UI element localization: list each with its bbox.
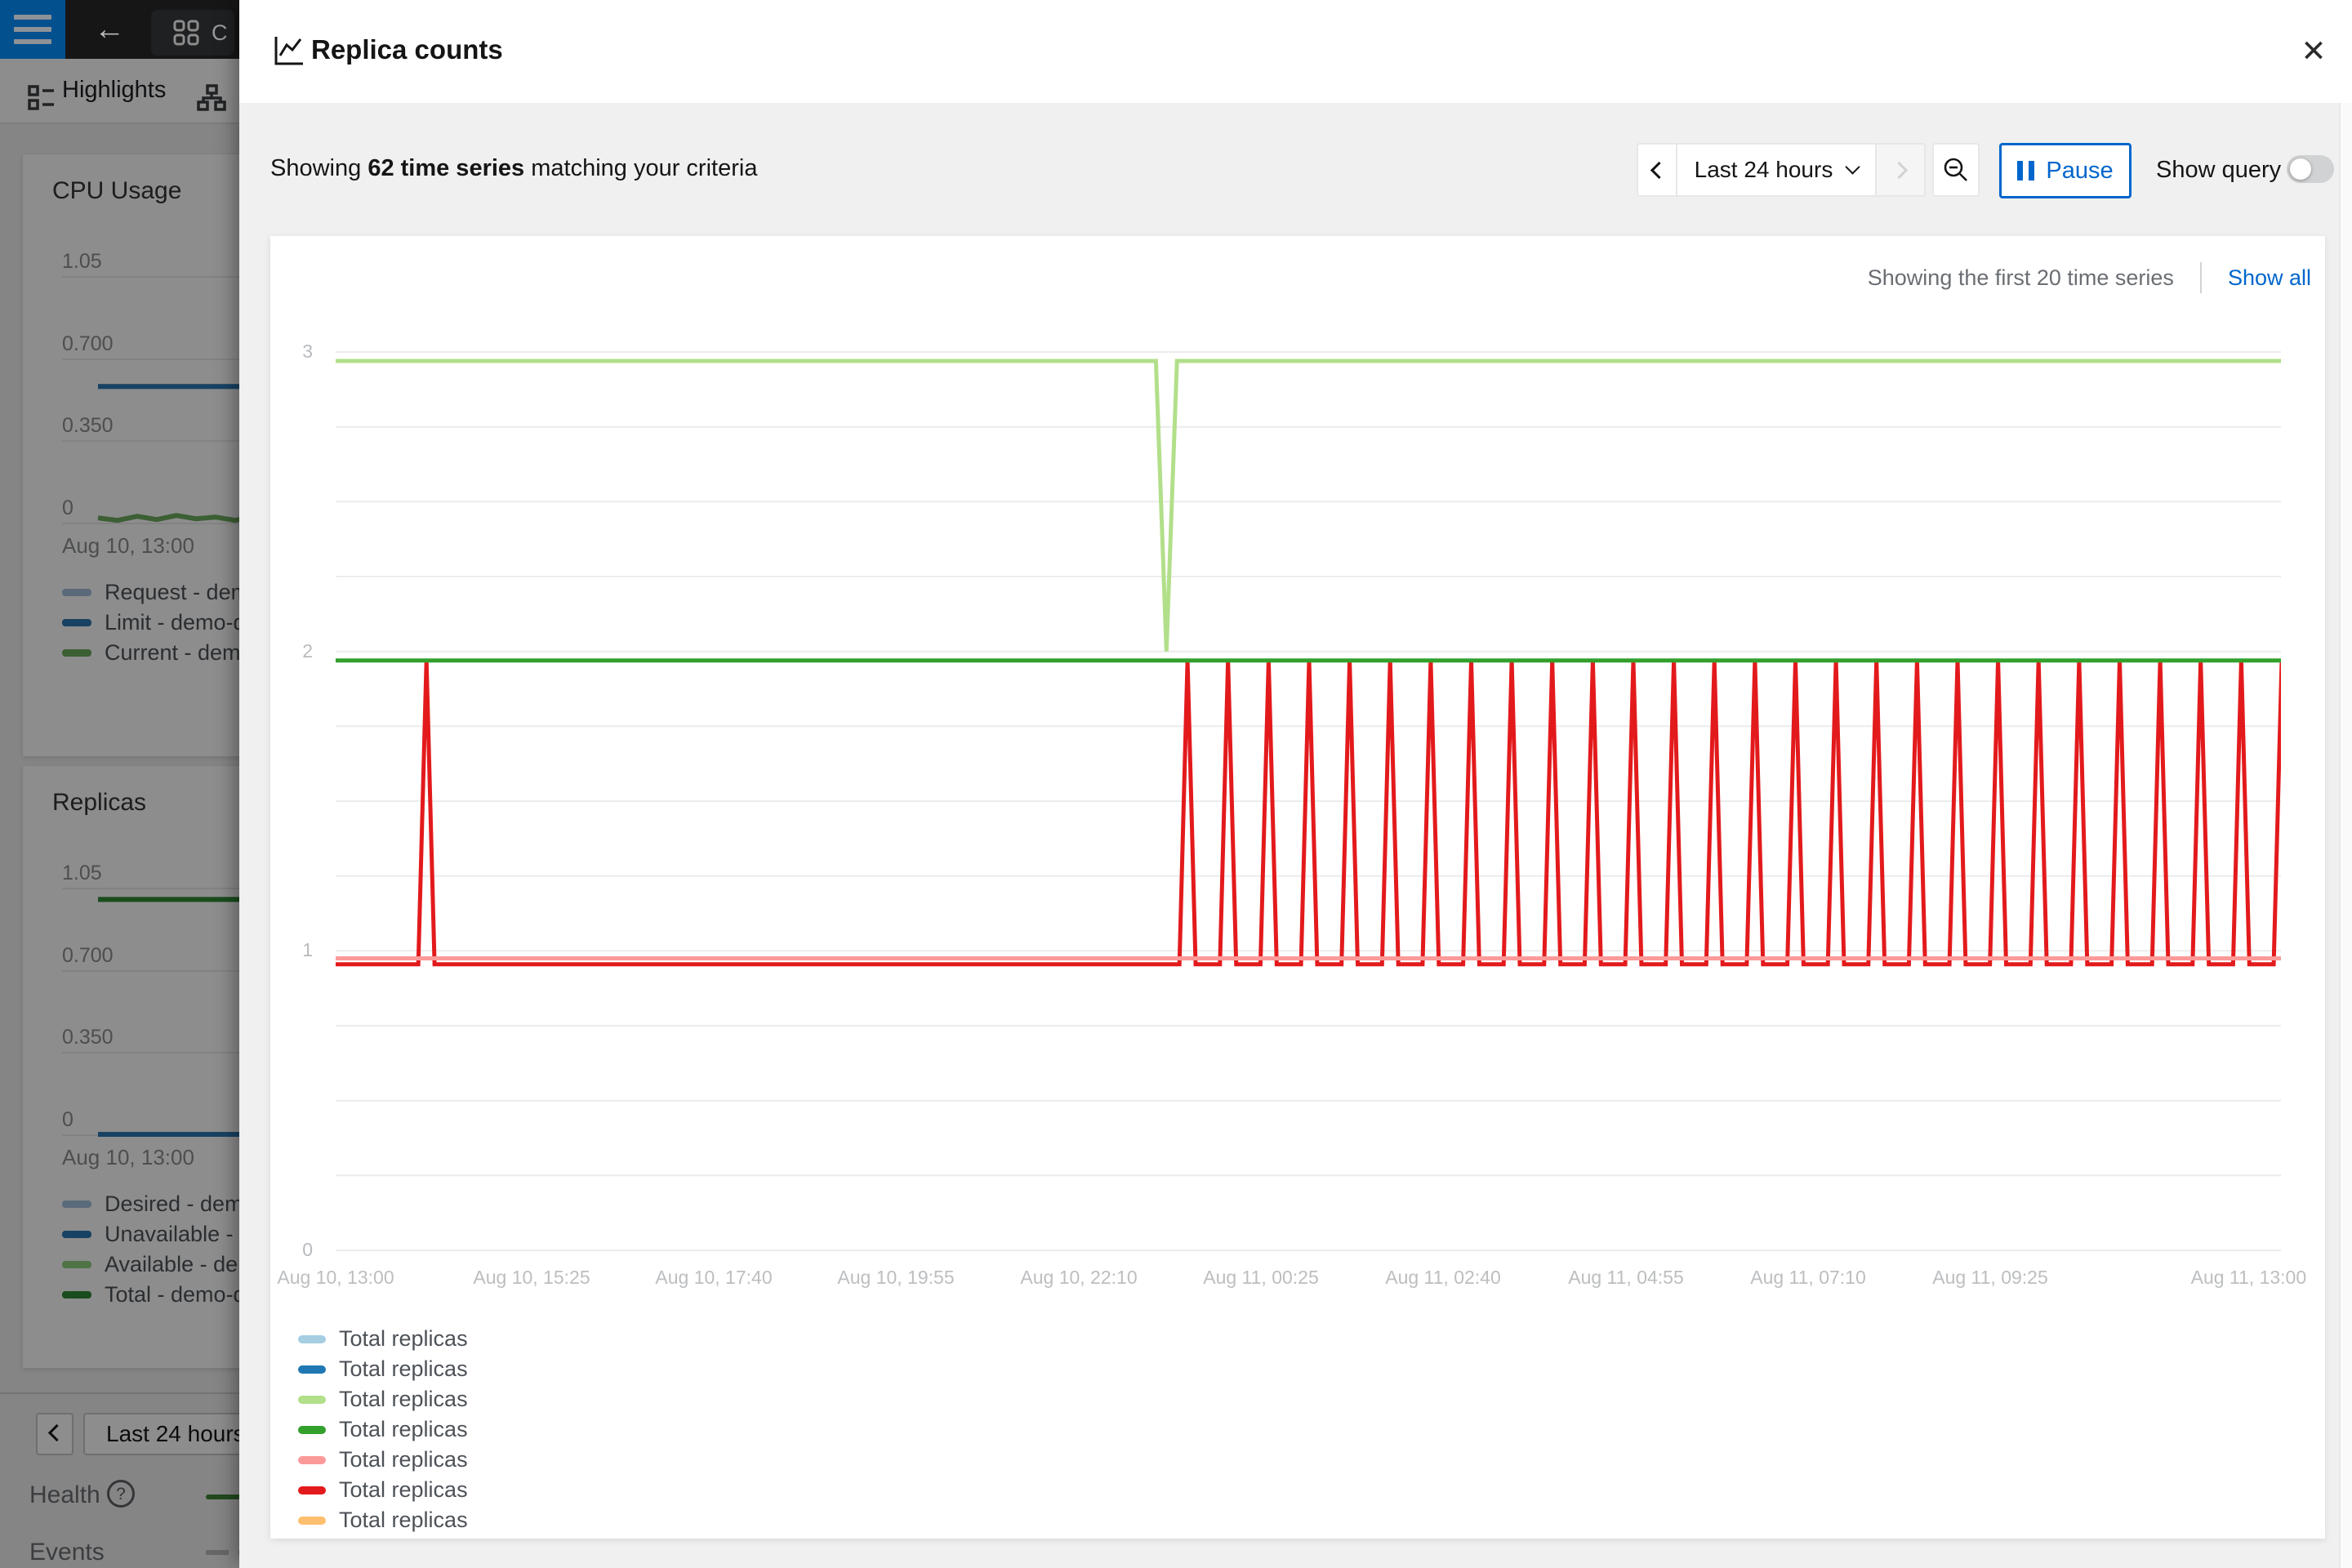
legend-label: Total replicas <box>339 1417 468 1442</box>
legend-swatch <box>298 1396 326 1404</box>
legend-label: Total replicas <box>339 1356 468 1382</box>
x-tick-label: Aug 11, 02:40 <box>1385 1267 1501 1289</box>
x-tick-label: Aug 11, 13:00 <box>2191 1267 2307 1289</box>
x-tick-label: Aug 10, 13:00 <box>277 1267 394 1289</box>
y-axis-labels: 3 2 1 0 <box>270 318 316 1265</box>
app-tab[interactable]: C <box>151 10 234 56</box>
x-tick-label: Aug 10, 15:25 <box>473 1267 590 1289</box>
app-tab-label: C <box>212 20 228 46</box>
scrollbar[interactable] <box>2339 103 2352 1568</box>
series-line <box>336 361 2281 652</box>
show-query-toggle[interactable] <box>2287 155 2334 183</box>
legend-swatch <box>298 1517 326 1525</box>
close-icon[interactable]: ✕ <box>2289 26 2338 75</box>
legend-item[interactable]: Total replicas <box>298 1354 468 1384</box>
legend-label: Total replicas <box>339 1387 468 1412</box>
legend-swatch <box>298 1365 326 1374</box>
divider <box>2200 262 2202 293</box>
legend-swatch <box>298 1426 326 1434</box>
legend-label: Total replicas <box>339 1326 468 1352</box>
modal-backdrop[interactable] <box>0 59 242 1568</box>
zoom-out-button[interactable] <box>1932 143 1980 197</box>
hamburger-icon <box>14 15 51 20</box>
back-arrow-icon[interactable]: ← <box>88 8 131 51</box>
trend-chart-icon <box>273 34 305 67</box>
chart-note: Showing the first 20 time series <box>1868 265 2174 291</box>
pause-icon <box>2017 161 2034 180</box>
legend-label: Total replicas <box>339 1508 468 1533</box>
chart-legend: Total replicas Total replicas Total replic… <box>298 1324 468 1535</box>
legend-item[interactable]: Total replicas <box>298 1445 468 1475</box>
replica-counts-modal: Replica counts ✕ Showing 62 time series … <box>239 0 2352 1568</box>
show-all-link[interactable]: Show all <box>2228 265 2311 291</box>
toggle-knob <box>2290 158 2311 180</box>
time-range-select[interactable]: Last 24 hours <box>1677 143 1875 197</box>
legend-item[interactable]: Total replicas <box>298 1475 468 1505</box>
y-tick-label: 0 <box>302 1239 313 1261</box>
y-tick-label: 1 <box>302 939 313 961</box>
grid-icon <box>172 19 200 47</box>
legend-swatch <box>298 1335 326 1343</box>
chevron-left-icon <box>1650 161 1667 178</box>
show-query-label: Show query <box>2156 157 2281 184</box>
x-tick-label: Aug 11, 04:55 <box>1568 1267 1684 1289</box>
series-count-summary: Showing 62 time series matching your cri… <box>270 155 757 182</box>
zoom-out-icon <box>1941 155 1971 185</box>
legend-item[interactable]: Total replicas <box>298 1414 468 1445</box>
chart-card: Showing the first 20 time series Show al… <box>270 236 2325 1539</box>
legend-item[interactable]: Total replicas <box>298 1505 468 1535</box>
legend-item[interactable]: Total replicas <box>298 1384 468 1414</box>
series-line <box>336 661 2281 964</box>
modal-header: Replica counts ✕ <box>239 0 2352 103</box>
y-tick-label: 2 <box>302 640 313 662</box>
x-tick-label: Aug 10, 19:55 <box>837 1267 954 1289</box>
time-range-back-button[interactable] <box>1637 143 1677 197</box>
pause-button[interactable]: Pause <box>1999 143 2132 198</box>
x-tick-label: Aug 10, 22:10 <box>1020 1267 1137 1289</box>
time-range-forward-button[interactable] <box>1875 143 1926 197</box>
legend-swatch <box>298 1456 326 1464</box>
y-tick-label: 3 <box>302 341 313 363</box>
replica-counts-plot <box>336 318 2281 1265</box>
legend-swatch <box>298 1486 326 1494</box>
nav-menu-button[interactable] <box>0 0 65 59</box>
chevron-down-icon <box>1846 159 1860 174</box>
x-tick-label: Aug 11, 00:25 <box>1203 1267 1319 1289</box>
x-tick-label: Aug 11, 07:10 <box>1750 1267 1866 1289</box>
screen: ← C Highlights <box>0 0 2352 1568</box>
x-axis-labels: Aug 10, 13:00Aug 10, 15:25Aug 10, 17:40A… <box>336 1267 2281 1293</box>
x-tick-label: Aug 10, 17:40 <box>655 1267 772 1289</box>
modal-title: Replica counts <box>311 34 503 65</box>
legend-label: Total replicas <box>339 1447 468 1472</box>
chevron-right-icon <box>1890 161 1907 178</box>
legend-item[interactable]: Total replicas <box>298 1324 468 1354</box>
legend-label: Total replicas <box>339 1477 468 1503</box>
x-tick-label: Aug 11, 09:25 <box>1932 1267 2048 1289</box>
